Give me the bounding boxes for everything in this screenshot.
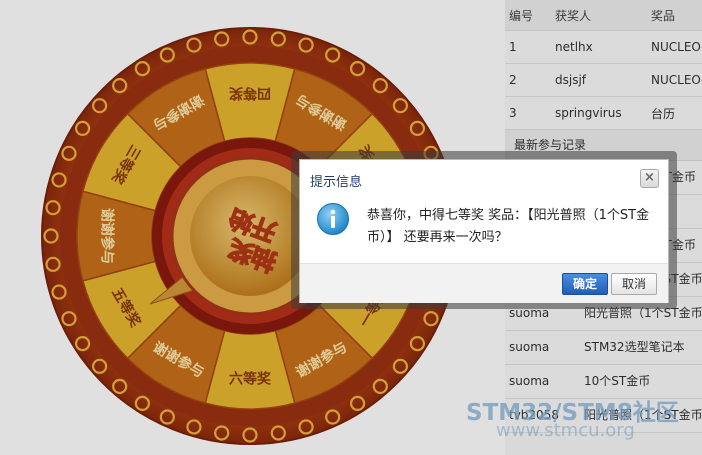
close-icon[interactable]: × [640, 169, 659, 188]
dialog-message: 恭喜你，中得七等奖 奖品：【阳光普照（1个ST金币）】 还要再来一次吗？ [367, 208, 650, 245]
info-icon [317, 203, 349, 235]
dialog-title: 提示信息 [310, 175, 363, 190]
confirm-button[interactable]: 确定 [562, 273, 608, 295]
alert-dialog: 提示信息 × 恭喜你，中得七等奖 奖品：【阳光普照（1个ST金币）】 还要再来一… [299, 159, 669, 303]
cancel-button[interactable]: 取消 [611, 273, 657, 295]
dialog-footer: 确定 取消 [300, 263, 668, 303]
